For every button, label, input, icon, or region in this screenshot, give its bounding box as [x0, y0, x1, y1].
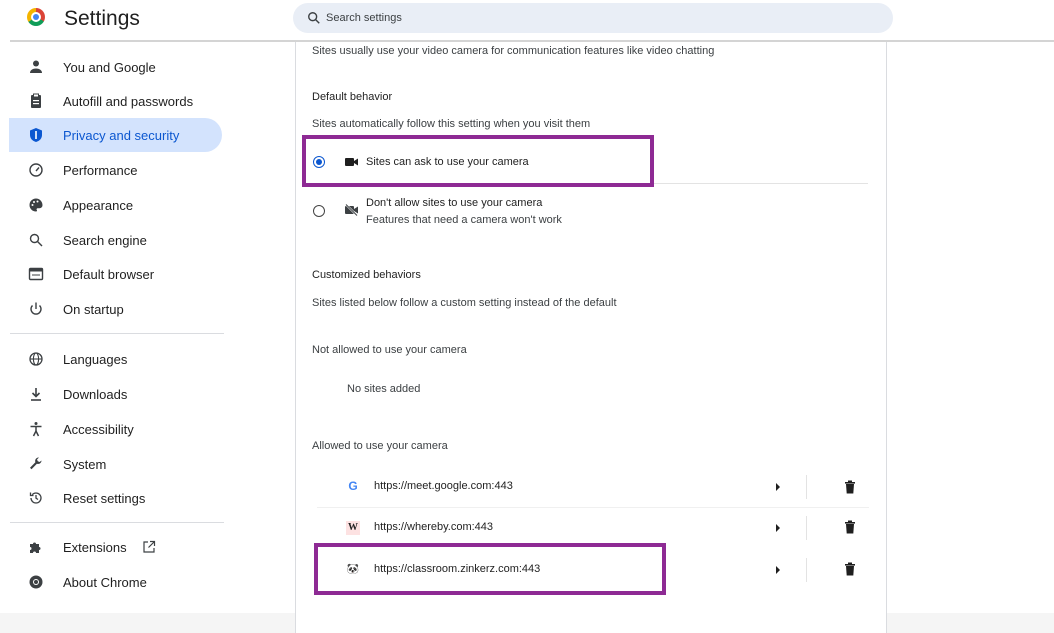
search-icon: [308, 12, 320, 24]
sidebar-item-default-browser[interactable]: Default browser: [9, 257, 222, 291]
sidebar-item-label: On startup: [63, 302, 124, 317]
sidebar-divider: [10, 522, 224, 523]
option-block[interactable]: Don't allow sites to use your camera Fea…: [305, 190, 865, 230]
sidebar-item-label: Downloads: [63, 387, 128, 402]
search-input[interactable]: Search settings: [293, 3, 893, 33]
sidebar-item-system[interactable]: System: [9, 447, 222, 481]
customized-description: Sites listed below follow a custom setti…: [312, 297, 617, 309]
accessibility-icon: [30, 422, 42, 437]
sidebar-item-label: Default browser: [63, 267, 155, 282]
reset-history-icon: [29, 492, 42, 504]
sidebar-item-reset-settings[interactable]: Reset settings: [9, 481, 222, 515]
sidebar-item-label: Performance: [63, 163, 138, 178]
intro-text: Sites usually use your video camera for …: [312, 45, 715, 57]
customized-heading: Customized behaviors: [312, 269, 421, 281]
sidebar: You and Google Autofill and passwords Pr…: [0, 42, 240, 633]
highlight-box: [302, 135, 654, 187]
row-divider: [806, 558, 807, 582]
row-divider: [806, 475, 807, 499]
delete-trash-icon[interactable]: [843, 562, 857, 576]
power-icon: [30, 302, 42, 315]
radio-block[interactable]: [313, 205, 325, 217]
person-icon: [30, 60, 42, 73]
sidebar-item-languages[interactable]: Languages: [9, 342, 222, 376]
sidebar-item-label: About Chrome: [63, 575, 147, 590]
puzzle-icon: [30, 542, 41, 553]
sidebar-item-label: Privacy and security: [63, 128, 180, 143]
chrome-icon: [29, 575, 43, 589]
sidebar-item-you-and-google[interactable]: You and Google: [9, 50, 222, 84]
not-allowed-heading: Not allowed to use your camera: [312, 344, 467, 356]
site-url: https://meet.google.com:443: [374, 480, 513, 492]
chrome-logo-icon: [27, 8, 45, 26]
row-divider: [317, 507, 869, 508]
sidebar-item-label: Languages: [63, 352, 128, 367]
bottom-background: [0, 613, 295, 633]
sidebar-item-downloads[interactable]: Downloads: [9, 377, 222, 411]
page-title: Settings: [64, 7, 140, 30]
google-favicon-icon: G: [348, 479, 358, 493]
sidebar-item-appearance[interactable]: Appearance: [9, 188, 222, 222]
expand-arrow-icon[interactable]: [776, 524, 780, 532]
shield-icon: [30, 128, 42, 142]
sidebar-item-label: Appearance: [63, 198, 134, 213]
delete-trash-icon[interactable]: [843, 520, 857, 534]
download-icon: [31, 388, 41, 401]
sidebar-item-label: Autofill and passwords: [63, 94, 194, 109]
sidebar-divider: [10, 333, 224, 334]
sidebar-item-search-engine[interactable]: Search engine: [9, 223, 222, 257]
header: Settings Search settings: [0, 0, 1054, 40]
palette-icon: [29, 198, 43, 212]
delete-trash-icon[interactable]: [843, 480, 857, 494]
sidebar-item-about-chrome[interactable]: About Chrome: [9, 565, 222, 599]
site-row[interactable]: W https://whereby.com:443: [317, 513, 869, 543]
search-icon: [29, 233, 43, 247]
sidebar-item-extensions[interactable]: Extensions: [9, 530, 222, 564]
no-sites-text: No sites added: [347, 383, 421, 395]
option-label: Don't allow sites to use your camera: [366, 197, 543, 209]
allowed-heading: Allowed to use your camera: [312, 440, 448, 452]
sidebar-item-label: Accessibility: [63, 422, 134, 437]
option-sublabel: Features that need a camera won't work: [366, 214, 562, 226]
sidebar-item-label: System: [63, 457, 107, 472]
sidebar-item-performance[interactable]: Performance: [9, 153, 222, 187]
bottom-background: [886, 613, 1054, 633]
sidebar-item-label: Search engine: [63, 233, 147, 248]
external-link-icon: [143, 540, 156, 553]
speedometer-icon: [29, 163, 43, 177]
browser-window-icon: [28, 267, 44, 281]
sidebar-item-label: Reset settings: [63, 491, 146, 506]
expand-arrow-icon[interactable]: [776, 566, 780, 574]
site-url: https://whereby.com:443: [374, 521, 494, 533]
wrench-icon: [30, 457, 42, 470]
sidebar-item-accessibility[interactable]: Accessibility: [9, 412, 222, 446]
sidebar-item-autofill[interactable]: Autofill and passwords: [9, 84, 222, 118]
expand-arrow-icon[interactable]: [776, 483, 780, 491]
sidebar-item-on-startup[interactable]: On startup: [9, 292, 222, 326]
row-divider: [806, 516, 807, 540]
clipboard-icon: [31, 93, 41, 108]
default-behavior-heading: Default behavior: [312, 91, 393, 103]
highlight-box: [314, 543, 666, 595]
sidebar-item-label: You and Google: [63, 60, 156, 75]
sidebar-item-privacy[interactable]: Privacy and security: [9, 118, 222, 152]
sidebar-item-label: Extensions: [63, 540, 127, 555]
search-placeholder: Search settings: [326, 12, 402, 24]
default-behavior-description: Sites automatically follow this setting …: [312, 118, 591, 130]
site-row[interactable]: G https://meet.google.com:443: [317, 472, 869, 502]
camera-off-icon: [345, 204, 358, 216]
whereby-favicon-icon: W: [346, 521, 360, 535]
globe-icon: [29, 352, 43, 366]
